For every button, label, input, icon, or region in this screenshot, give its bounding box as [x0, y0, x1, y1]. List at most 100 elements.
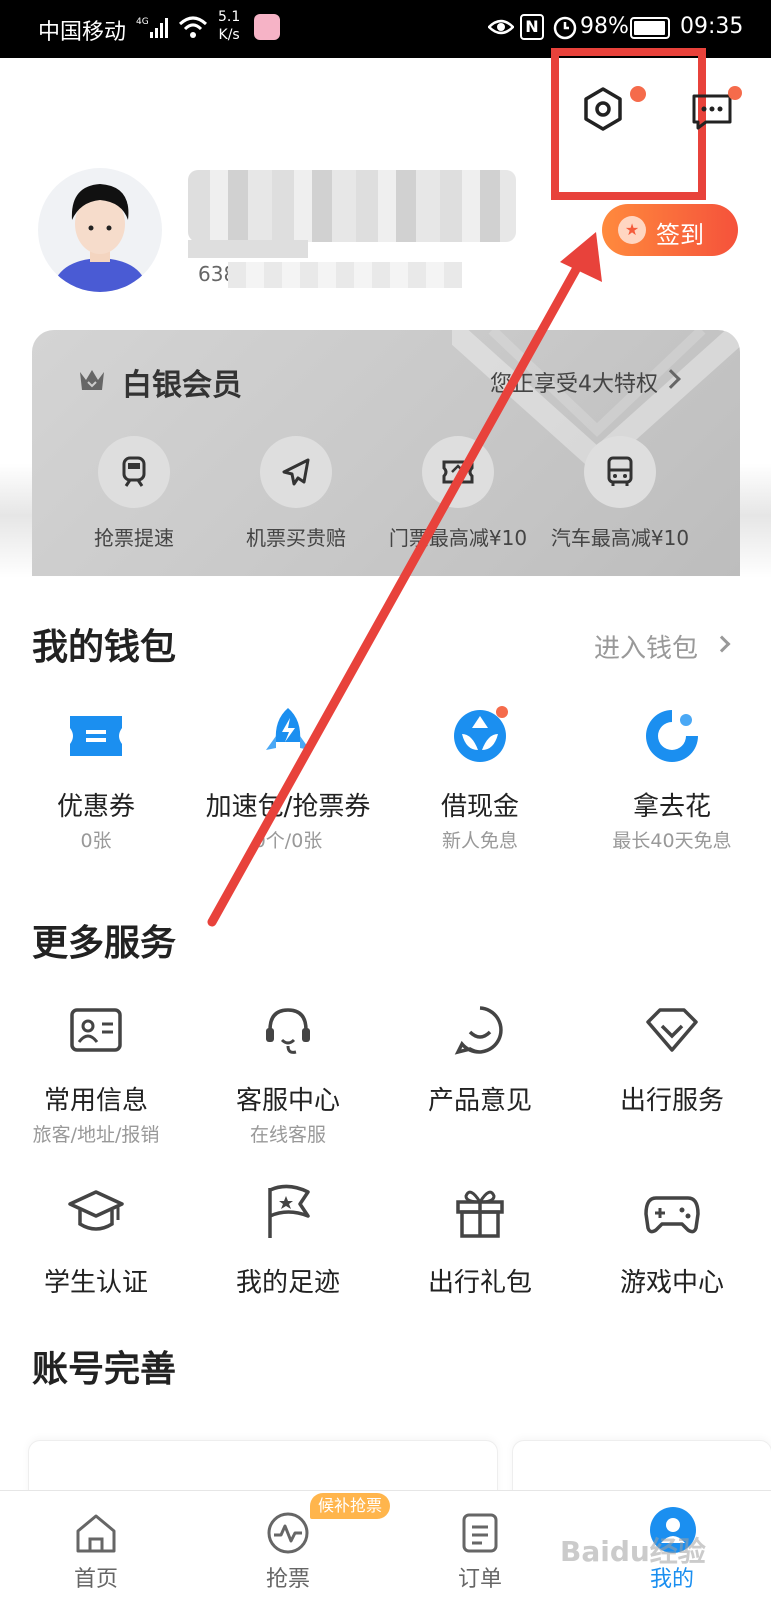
service-item-label: 出行礼包 [427, 1268, 532, 1298]
speed-value: 5.1 [218, 9, 241, 25]
service-item-label: 常用信息 [43, 1086, 148, 1116]
nav-tab-orders[interactable]: 订单 [384, 1491, 576, 1600]
service-item-label: 出行服务 [619, 1086, 724, 1116]
nav-tab-tickets[interactable]: 候补抢票 抢票 [192, 1491, 391, 1600]
train-icon [98, 436, 170, 508]
battery-percent: 98% [580, 14, 629, 39]
service-item-sub: 旅客/地址/报销 [32, 1124, 160, 1146]
network-type-label: 4G [136, 17, 149, 27]
wallet-item-sub: 0张 [80, 830, 112, 852]
account-title: 账号完善 [32, 1349, 177, 1390]
flag-icon [268, 1184, 310, 1238]
wallet-item-coupon[interactable]: 优惠券 0张 [0, 706, 192, 856]
service-item-customer-service[interactable]: 客服中心 在线客服 [192, 1000, 384, 1150]
naquhua-icon [646, 710, 698, 762]
nav-tab-label: 订单 [457, 1567, 502, 1592]
eye-icon [488, 19, 514, 35]
feedback-icon [454, 1006, 503, 1055]
home-icon [76, 1514, 116, 1553]
speed-unit: K/s [218, 27, 240, 43]
member-benefit-label: 抢票提速 [94, 526, 174, 550]
crown-icon [80, 370, 104, 390]
wallet-item-sub: 最长40天免息 [612, 830, 732, 852]
signal-icon: 4G [136, 17, 168, 38]
service-item-common-info[interactable]: 常用信息 旅客/地址/报销 [0, 1000, 192, 1150]
service-item-label: 产品意见 [427, 1086, 532, 1116]
nav-tab-home[interactable]: 首页 [0, 1491, 192, 1600]
service-item-label: 游戏中心 [619, 1268, 724, 1298]
member-privilege-link[interactable]: 您正享受4大特权 [490, 366, 658, 398]
wallet-item-label: 加速包/抢票券 [205, 792, 371, 822]
nav-tab-label: 首页 [73, 1567, 118, 1592]
chevron-right-icon [713, 635, 731, 653]
clock: 09:35 [680, 14, 744, 39]
nav-tab-label: 抢票 [265, 1567, 310, 1592]
service-item-travel-service[interactable]: 出行服务 [576, 1000, 768, 1150]
watermark: Baidu经验 [560, 1535, 706, 1568]
wallet-item-cash[interactable]: 借现金 新人免息 [384, 706, 576, 856]
avatar-illustration [52, 184, 148, 292]
enter-wallet-link[interactable]: 进入钱包 [594, 628, 698, 665]
services-title: 更多服务 [32, 923, 177, 964]
member-benefit-label: 汽车最高减¥10 [550, 526, 690, 550]
service-item-label: 我的足迹 [235, 1268, 340, 1298]
wallet-item-label: 借现金 [440, 792, 519, 822]
carrier-label: 中国移动 [38, 20, 127, 45]
battery-icon [630, 17, 670, 39]
service-item-feedback[interactable]: 产品意见 [384, 1000, 576, 1150]
message-icon[interactable] [690, 92, 734, 130]
pulse-icon [267, 1512, 309, 1554]
id-card-icon [70, 1008, 122, 1052]
diamond-icon [646, 1008, 698, 1052]
phone-blurred [228, 262, 462, 288]
graduation-cap-icon [68, 1190, 124, 1231]
service-item-label: 学生认证 [43, 1268, 148, 1298]
gamepad-icon [644, 1196, 700, 1234]
coupon-icon [70, 716, 122, 756]
annotation-highlight-box [551, 48, 706, 200]
pig-app-icon [254, 14, 280, 40]
nav-badge: 候补抢票 [310, 1493, 391, 1519]
network-speed: 5.1 K/s [218, 8, 240, 44]
service-item-footprint[interactable]: 我的足迹 [192, 1182, 384, 1302]
nfc-icon: N [520, 14, 544, 40]
member-benefit-bus[interactable]: 汽车最高减¥10 [532, 436, 708, 560]
user-subtitle-blurred [188, 240, 308, 258]
service-item-game-center[interactable]: 游戏中心 [576, 1182, 768, 1302]
service-item-student-auth[interactable]: 学生认证 [0, 1182, 192, 1302]
wallet-item-naquhua[interactable]: 拿去花 最长40天免息 [576, 706, 768, 856]
plane-icon [260, 436, 332, 508]
order-icon [462, 1513, 498, 1553]
cash-notification-dot [496, 706, 508, 718]
battery-fill [634, 21, 666, 35]
message-notification-dot [728, 86, 742, 100]
service-item-gift[interactable]: 出行礼包 [384, 1182, 576, 1302]
bus-icon [584, 436, 656, 508]
wallet-item-sub: 0个/0张 [253, 830, 323, 852]
gift-icon [456, 1190, 504, 1238]
username-blurred [188, 170, 516, 242]
member-benefit-plane[interactable]: 机票买贵赔 [208, 436, 384, 560]
rocket-icon [266, 708, 310, 750]
member-level-title: 白银会员 [122, 368, 242, 403]
headset-icon [266, 1008, 310, 1054]
wallet-title: 我的钱包 [32, 627, 177, 668]
wallet-item-boost[interactable]: 加速包/抢票券 0个/0张 [192, 706, 384, 856]
service-item-sub: 在线客服 [249, 1124, 326, 1146]
member-benefit-ticket[interactable]: 门票最高减¥10 [370, 436, 546, 560]
wallet-item-sub: 新人免息 [441, 830, 518, 852]
signin-button[interactable]: 签到 [602, 204, 738, 256]
signin-label: 签到 [656, 221, 704, 249]
member-benefit-label: 机票买贵赔 [246, 526, 346, 550]
wallet-item-label: 拿去花 [632, 792, 711, 822]
service-item-label: 客服中心 [235, 1086, 340, 1116]
avatar[interactable] [38, 168, 162, 292]
member-benefit-label: 门票最高减¥10 [388, 526, 528, 550]
alarm-icon [553, 16, 577, 40]
wifi-icon [178, 16, 208, 38]
member-benefit-train[interactable]: 抢票提速 [46, 436, 222, 560]
wallet-item-label: 优惠券 [56, 792, 135, 822]
ticket-icon [422, 436, 494, 508]
star-icon [618, 216, 646, 244]
member-card[interactable]: 白银会员 您正享受4大特权 抢票提速 机票买贵赔 门票最高减¥10 汽车最高减¥… [32, 330, 740, 576]
